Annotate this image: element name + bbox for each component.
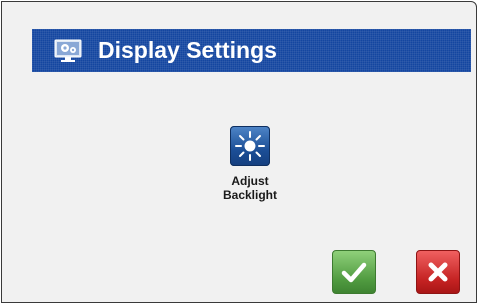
tile-label-line1: Adjust [231,174,269,188]
monitor-gears-icon [54,39,82,62]
settings-window: Display Settings Adjust Backlight [1,1,477,303]
tile-label-line2: Backlight [222,188,277,202]
title-bar: Display Settings [32,29,471,72]
tile-label: Adjust Backlight [210,174,290,202]
confirm-button[interactable] [332,250,376,294]
checkmark-icon [341,262,367,283]
backlight-button[interactable] [230,126,270,166]
sun-icon [235,131,265,161]
cancel-button[interactable] [416,250,460,294]
x-icon [428,262,448,282]
page-title: Display Settings [98,37,277,63]
adjust-backlight-tile[interactable]: Adjust Backlight [210,126,290,212]
